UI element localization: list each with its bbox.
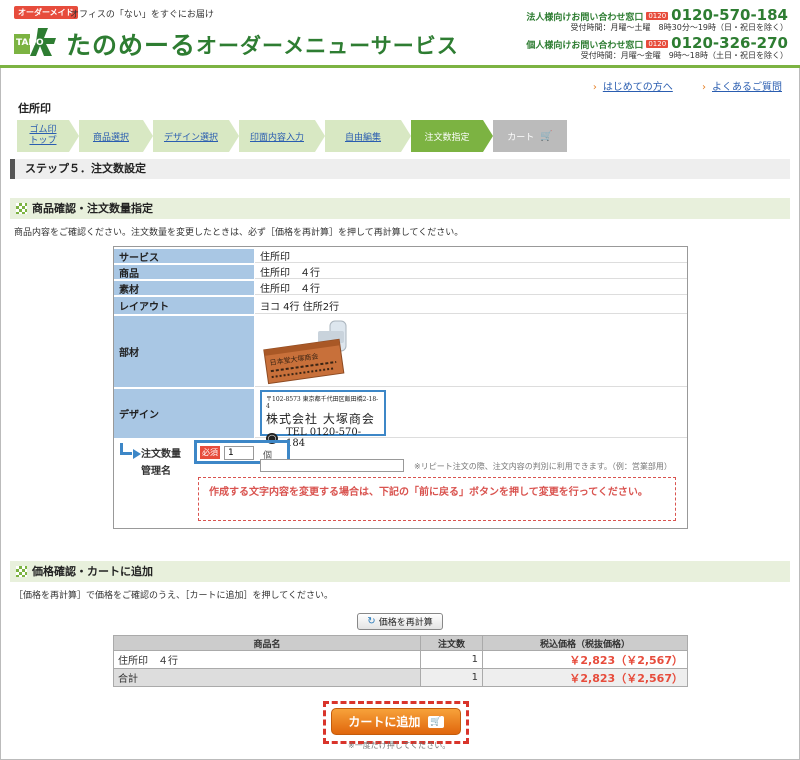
price-table-header: 商品名 注文数 税込価格（税抜価格）: [113, 635, 688, 651]
quantity-area: 注文数量 管理名 必須 個 ※リピート注文の際、注文内容の判別に利用できます。（…: [114, 439, 687, 529]
product-details-box: サービス 住所印 商品 住所印 ４行 素材 住所印 ４行 レイアウト ヨコ 4行…: [113, 246, 688, 529]
section-title: 価格確認・カートに追加: [32, 565, 153, 578]
cart-icon: 🛒: [428, 715, 444, 728]
design-company: 株式会社 大塚商会: [266, 412, 375, 426]
step-free-edit[interactable]: 自由編集: [325, 120, 411, 152]
total-price: ￥2,823（￥2,567）: [482, 668, 688, 687]
detail-value: ヨコ 4行 住所2行: [255, 297, 687, 314]
detail-key: 商品: [114, 265, 254, 280]
design-address: 〒102-8573 東京都千代田区飯田橋2-18-4: [266, 396, 379, 410]
table-row: 住所印 ４行 1 ￥2,823（￥2,567）: [113, 650, 688, 669]
top-links: はじめての方へ よくあるご質問: [567, 78, 782, 93]
brand-tagline: オフィスの「ない」をすぐにお届け: [70, 10, 214, 20]
free-dial-icon: 0120: [646, 12, 669, 20]
quantity-input[interactable]: [224, 446, 254, 460]
site-header: オーダーメイド オフィスの「ない」をすぐにお届け TANO たのめーる オーダー…: [0, 0, 800, 68]
free-dial-icon: 0120: [646, 40, 669, 48]
detail-row-layout: レイアウト ヨコ 4行 住所2行: [114, 297, 687, 315]
price-table: 商品名 注文数 税込価格（税抜価格） 住所印 ４行 1 ￥2,823（￥2,56…: [113, 635, 688, 687]
step-design-select[interactable]: デザイン選択: [153, 120, 239, 152]
page-title: 住所印: [18, 102, 51, 115]
add-to-cart-button[interactable]: カートに追加 🛒: [331, 708, 461, 735]
design-preview: 〒102-8573 東京都千代田区飯田橋2-18-4 株式会社 大塚商会 ◯ TE…: [260, 390, 386, 449]
product-section-heading: 商品確認・注文数量指定: [10, 198, 790, 219]
detail-value: 〒102-8573 東京都千代田区飯田橋2-18-4 株式会社 大塚商会 ◯ TE…: [255, 389, 687, 449]
column-header: 商品名: [113, 635, 421, 651]
item-qty: 1: [420, 650, 483, 669]
table-row-total: 合計 1 ￥2,823（￥2,567）: [113, 668, 688, 687]
total-label: 合計: [113, 668, 421, 687]
detail-key: サービス: [114, 249, 254, 264]
link-first-time[interactable]: はじめての方へ: [593, 82, 673, 93]
arrow-right-icon: [120, 443, 141, 459]
column-header: 税込価格（税抜価格）: [482, 635, 688, 651]
step-text-input[interactable]: 印面内容入力: [239, 120, 325, 152]
cart-note: ※一度だけ押してください。: [348, 741, 451, 750]
step-cart: カート 🛒: [493, 120, 567, 152]
step-label: トップ: [29, 136, 57, 146]
detail-value: 住所印 ４行: [255, 281, 687, 295]
personal-hours: 受付時間：月曜～金曜 9時～18時（土日・祝日を除く）: [580, 51, 788, 60]
link-faq[interactable]: よくあるご質問: [702, 82, 782, 93]
management-name-label: 管理名: [141, 466, 171, 477]
recalculate-button[interactable]: ↻ 価格を再計算: [357, 613, 443, 630]
item-name: 住所印 ４行: [113, 650, 421, 669]
detail-key: 素材: [114, 281, 254, 296]
detail-value: 日本堂大塚商会: [255, 316, 687, 387]
total-qty: 1: [420, 668, 483, 687]
quantity-label: 注文数量: [141, 449, 181, 460]
personal-contact: 個人様向けお問い合わせ窓口 0120 0120-326-270 受付時間：月曜～金曜…: [526, 34, 788, 61]
corp-contact: 法人様向けお問い合わせ窓口 0120 0120-570-184 受付時間：月曜～土曜…: [526, 6, 788, 33]
item-price: ￥2,823（￥2,567）: [482, 650, 688, 669]
detail-row-parts: 部材 日本堂大塚商会: [114, 316, 687, 388]
management-name-hint: ※リピート注文の際、注文内容の判別に利用できます。（例：営業部用）: [414, 462, 672, 471]
corp-hours: 受付時間：月曜～土曜 8時30分～19時（日・祝日を除く）: [570, 23, 788, 32]
detail-value: 住所印: [255, 249, 687, 263]
step-rubber-stamp-top[interactable]: ゴム印 トップ: [17, 120, 79, 152]
detail-value: 住所印 ４行: [255, 265, 687, 279]
price-note: ［価格を再計算］で価格をご確認のうえ、［カートに追加］を押してください。: [14, 591, 333, 601]
detail-row-service: サービス 住所印: [114, 249, 687, 264]
stamp-product-image: 日本堂大塚商会: [263, 320, 347, 385]
add-to-cart-label: カートに追加: [348, 715, 421, 729]
service-title: オーダーメニューサービス: [196, 34, 459, 58]
refresh-icon: ↻: [367, 616, 376, 627]
cart-icon: 🛒: [540, 130, 553, 142]
product-note: 商品内容をご確認ください。注文数量を変更したときは、必ず［価格を再計算］を押して…: [14, 228, 464, 238]
recalculate-label: 価格を再計算: [378, 618, 433, 628]
step-quantity: 注文数指定: [411, 120, 493, 152]
management-name-input[interactable]: [260, 459, 404, 472]
detail-row-design: デザイン 〒102-8573 東京都千代田区飯田橋2-18-4 株式会社 大塚商…: [114, 389, 687, 449]
section-title: 商品確認・注文数量指定: [32, 202, 153, 215]
step-label: カート: [507, 132, 535, 143]
detail-row-product: 商品 住所印 ４行: [114, 265, 687, 280]
step-heading: ステップ５．注文数設定: [10, 159, 790, 179]
logo-name[interactable]: たのめーる: [66, 26, 196, 62]
step-product-select[interactable]: 商品選択: [79, 120, 153, 152]
required-badge: 必須: [200, 446, 220, 459]
warning-box: 作成する文字内容を変更する場合は、下記の「前に戻る」ボタンを押して変更を行ってく…: [198, 477, 676, 521]
order-made-badge: オーダーメイド: [14, 6, 78, 19]
price-section-heading: 価格確認・カートに追加: [10, 561, 790, 582]
detail-key: レイアウト: [114, 297, 254, 314]
detail-key: 部材: [114, 316, 254, 387]
column-header: 注文数: [420, 635, 483, 651]
section-bullet-icon: [16, 203, 27, 214]
logo-tano-text: TANO: [16, 38, 44, 48]
detail-row-material: 素材 住所印 ４行: [114, 281, 687, 296]
section-bullet-icon: [16, 566, 27, 577]
step-navigation: ゴム印 トップ 商品選択 デザイン選択 印面内容入力 自由編集 注文数指定 カー…: [17, 120, 577, 152]
step-label: ゴム印: [29, 125, 57, 135]
detail-key: デザイン: [114, 389, 254, 438]
